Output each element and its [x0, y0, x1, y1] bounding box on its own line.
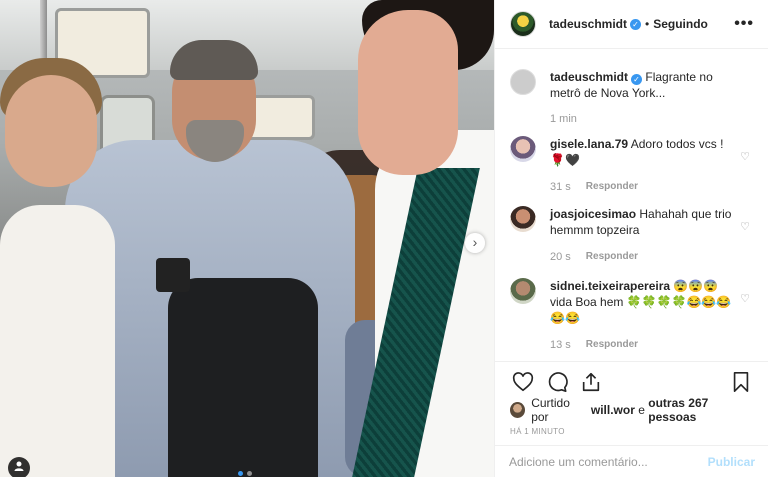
- comment-username[interactable]: gisele.lana.79: [550, 137, 628, 151]
- comment-time[interactable]: 31 s: [550, 181, 571, 193]
- header-username[interactable]: tadeuschmidt: [549, 17, 627, 31]
- woman-white-top: [0, 205, 115, 477]
- woman-head: [5, 75, 97, 187]
- add-comment-bar: Adicione um comentário... Publicar: [495, 445, 768, 477]
- comment-time[interactable]: 13 s: [550, 339, 571, 351]
- comments-list[interactable]: tadeuschmidt ✓ Flagrante no metrô de Nova…: [495, 49, 768, 361]
- verified-badge-icon: ✓: [630, 18, 642, 30]
- reply-button[interactable]: Responder: [586, 339, 638, 351]
- bookmark-icon[interactable]: [728, 369, 754, 395]
- share-icon[interactable]: [578, 369, 604, 395]
- post-header: tadeuschmidt ✓ • Seguindo •••: [495, 0, 768, 49]
- comment-like-heart-icon[interactable]: ♡: [740, 220, 750, 233]
- post-photo[interactable]: ›: [0, 0, 494, 477]
- reply-button[interactable]: Responder: [586, 181, 638, 193]
- man-gray-hair: [170, 40, 258, 80]
- likes-connector: e: [638, 403, 645, 417]
- comment-like-heart-icon[interactable]: ♡: [740, 292, 750, 305]
- likes-others-link[interactable]: outras 267 pessoas: [648, 396, 754, 424]
- comment-username[interactable]: sidnei.teixeirapereira: [550, 279, 670, 293]
- comment-time[interactable]: 20 s: [550, 251, 571, 263]
- avatar[interactable]: [510, 11, 536, 37]
- likes-summary: Curtido por will.wor e outras 267 pessoa…: [510, 396, 754, 424]
- comment-like-heart-icon[interactable]: ♡: [740, 150, 750, 163]
- post-side-panel: tadeuschmidt ✓ • Seguindo ••• tadeuschmi…: [494, 0, 768, 477]
- smartphone: [156, 258, 190, 292]
- avatar[interactable]: [510, 69, 536, 95]
- avatar[interactable]: [510, 206, 536, 232]
- caption-username[interactable]: tadeuschmidt: [550, 70, 628, 84]
- user-tag-icon[interactable]: [8, 457, 30, 477]
- man-white-head: [358, 10, 458, 175]
- liker-avatar[interactable]: [510, 402, 526, 418]
- likes-prefix: Curtido por: [531, 396, 570, 424]
- comment-item: sidnei.teixeirapereira 😨😨😨vida Boa hem 🍀…: [510, 278, 754, 351]
- carousel-dot: [247, 471, 252, 476]
- avatar[interactable]: [510, 136, 536, 162]
- carousel-next-button[interactable]: ›: [465, 233, 485, 253]
- verified-badge-icon: ✓: [631, 74, 643, 85]
- follow-status-button[interactable]: Seguindo: [653, 17, 708, 31]
- comment-icon[interactable]: [544, 369, 570, 395]
- liker-username[interactable]: will.wor: [591, 403, 635, 417]
- heart-icon[interactable]: [510, 369, 536, 395]
- reply-button[interactable]: Responder: [586, 251, 638, 263]
- carousel-dot-active: [238, 471, 243, 476]
- dark-coat: [168, 278, 318, 477]
- post-actions: Curtido por will.wor e outras 267 pessoa…: [495, 361, 768, 436]
- caption-comment: tadeuschmidt ✓ Flagrante no metrô de Nova…: [510, 69, 754, 125]
- avatar[interactable]: [510, 278, 536, 304]
- comment-item: joasjoicesimao Hahahah que trio hemmm to…: [510, 206, 754, 263]
- comment-input[interactable]: Adicione um comentário...: [509, 455, 708, 469]
- comment-username[interactable]: joasjoicesimao: [550, 207, 636, 221]
- caption-time[interactable]: 1 min: [550, 113, 577, 125]
- carousel-dots: [238, 471, 252, 476]
- comment-item: gisele.lana.79 Adoro todos vcs ! 🌹🖤 31 s…: [510, 136, 754, 193]
- publish-button[interactable]: Publicar: [708, 455, 755, 469]
- post-timestamp[interactable]: HÁ 1 MINUTO: [510, 427, 754, 436]
- separator-dot: •: [645, 17, 650, 31]
- subway-pole: [40, 0, 47, 60]
- more-options-icon[interactable]: •••: [734, 15, 754, 33]
